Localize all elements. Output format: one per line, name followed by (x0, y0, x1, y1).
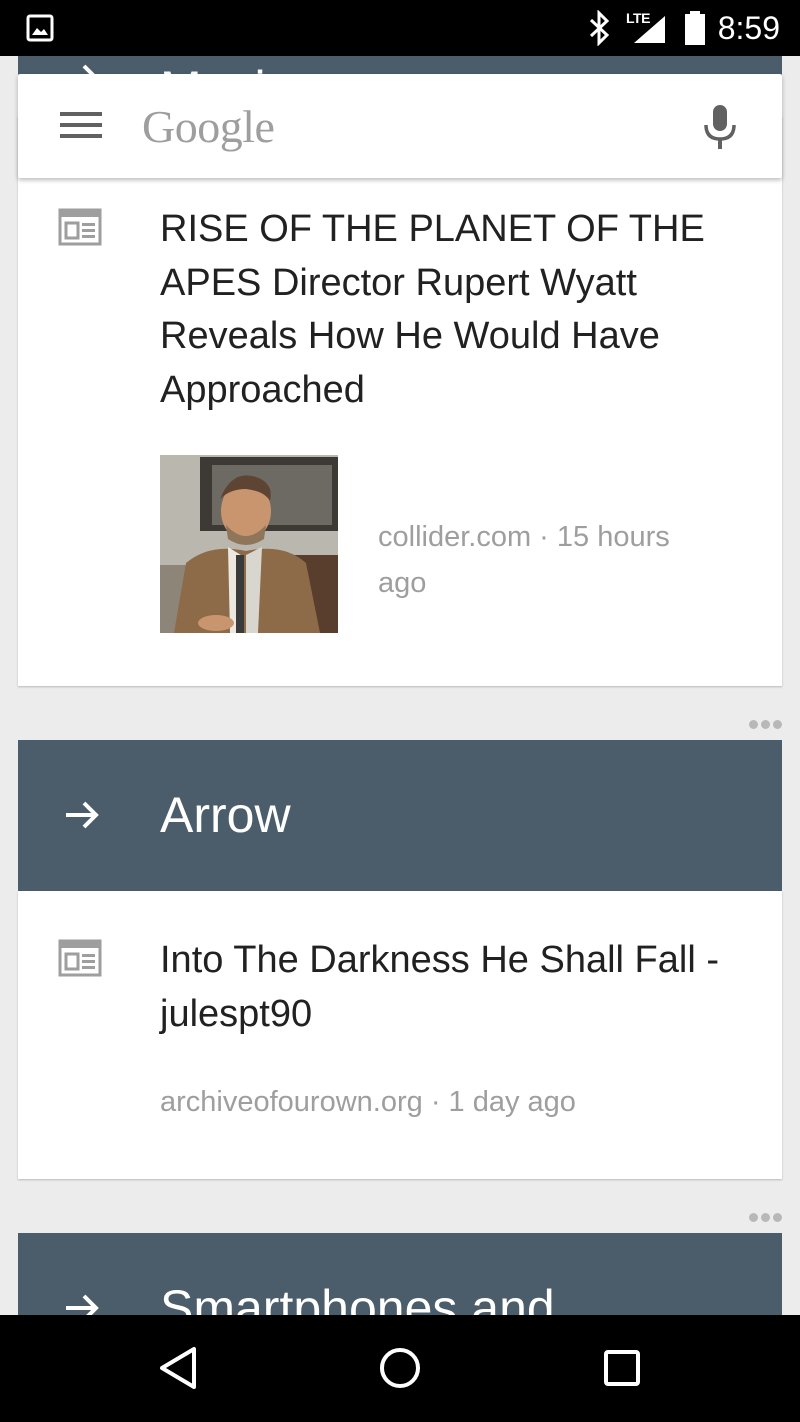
topic-title: Arrow (160, 787, 291, 843)
arrow-right-icon (62, 797, 102, 838)
status-bar: LTE 8:59 (0, 0, 800, 56)
search-bar[interactable]: Google (18, 74, 782, 178)
news-source: collider.com · 15 hours ago (378, 521, 670, 599)
navigation-bar (0, 1315, 800, 1422)
topic-title: Smartphones and (160, 1280, 555, 1315)
man-portrait-photo[interactable] (160, 455, 338, 633)
mic-icon[interactable] (702, 104, 738, 155)
home-icon[interactable] (378, 1345, 422, 1396)
news-headline[interactable]: RISE OF THE PLANET OF THE APES Director … (160, 203, 742, 417)
battery-icon (684, 10, 706, 51)
menu-icon[interactable] (60, 110, 102, 145)
more-options-icon[interactable] (746, 716, 782, 734)
bluetooth-icon (588, 9, 610, 51)
clock: 8:59 (717, 10, 780, 46)
news-icon (58, 939, 102, 982)
news-source: archiveofourown.org · 1 day ago (160, 1086, 576, 1118)
signal-icon (632, 14, 666, 49)
topic-header-arrow[interactable]: Arrow (18, 740, 782, 891)
news-headline[interactable]: Into The Darkness He Shall Fall - julesp… (160, 934, 742, 1041)
news-card[interactable]: Into The Darkness He Shall Fall - julesp… (18, 891, 782, 1179)
google-logo[interactable]: Google (142, 100, 275, 153)
news-icon (58, 208, 102, 251)
feed[interactable]: Movies RISE OF THE PLANET OF THE APES Di… (0, 56, 800, 1315)
arrow-right-icon (62, 1290, 102, 1315)
recents-icon[interactable] (602, 1345, 642, 1396)
back-icon[interactable] (156, 1345, 200, 1396)
news-card[interactable]: RISE OF THE PLANET OF THE APES Director … (18, 116, 782, 686)
more-options-icon[interactable] (746, 1209, 782, 1227)
topic-header-smartphones[interactable]: Smartphones and (18, 1233, 782, 1315)
gallery-icon (26, 14, 54, 47)
